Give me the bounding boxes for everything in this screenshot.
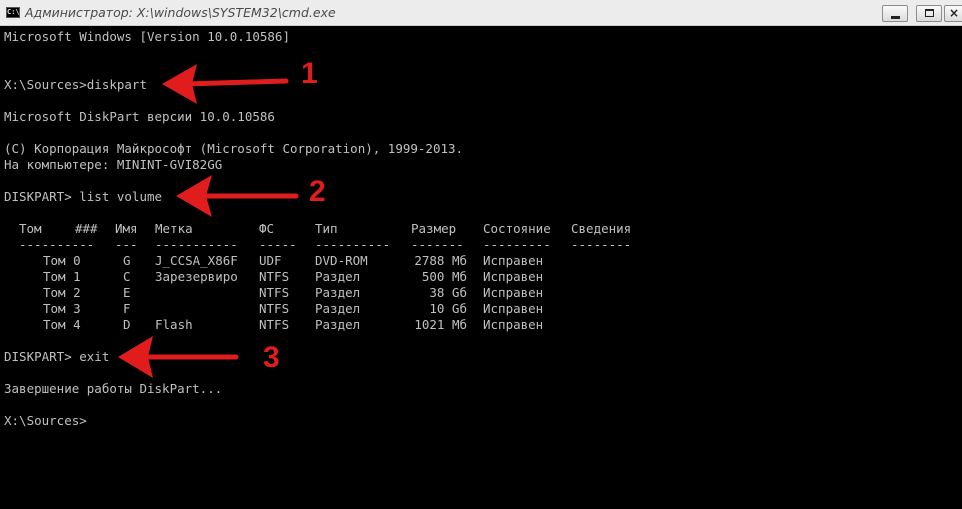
annotation-number-3: 3 — [263, 341, 280, 374]
annotation-number-2: 2 — [309, 175, 326, 208]
annotation-arrow-2 — [176, 175, 299, 217]
annotation-number-1: 1 — [301, 57, 318, 90]
annotation-arrow-3 — [118, 336, 239, 378]
annotation-arrow-1 — [162, 64, 289, 104]
annotation-arrows — [118, 64, 299, 378]
